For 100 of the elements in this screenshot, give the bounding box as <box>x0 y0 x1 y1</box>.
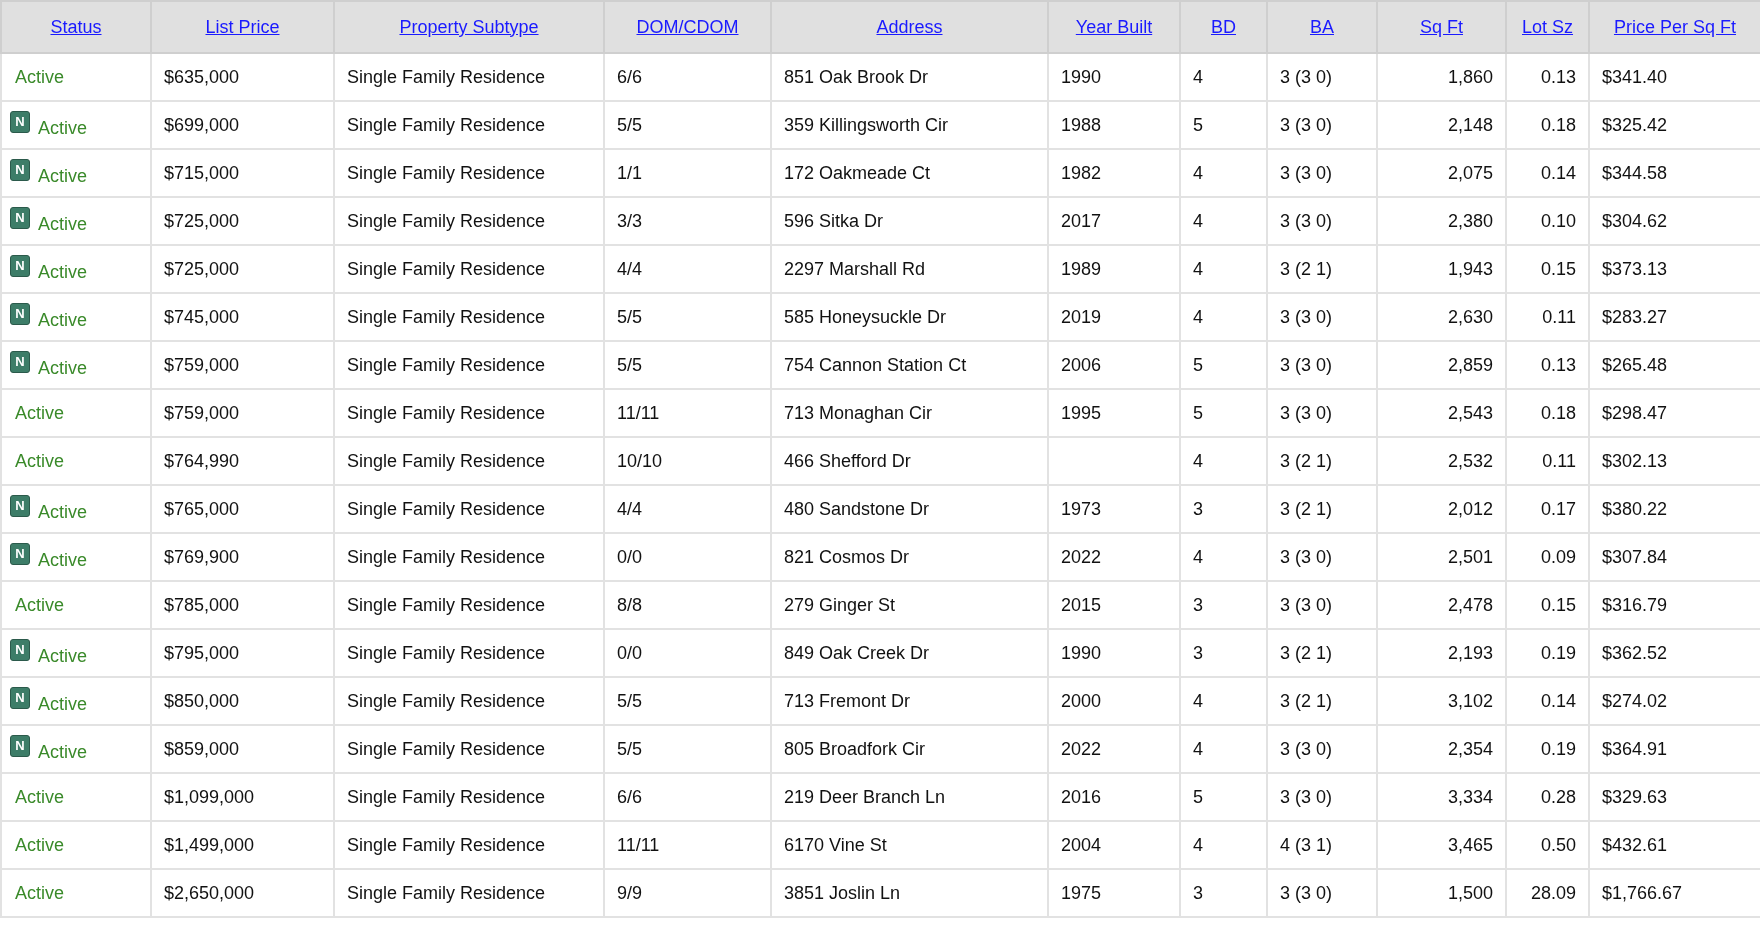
table-cell: $765,000 <box>164 498 240 519</box>
table-cell: 5 <box>1193 114 1203 135</box>
table-cell: Single Family Residence <box>347 498 546 519</box>
table-cell: 2004 <box>1061 834 1102 855</box>
table-cell: 4 <box>1193 546 1203 567</box>
table-cell: $769,900 <box>164 546 240 567</box>
table-cell: 3 (2 1) <box>1280 450 1333 471</box>
table-cell: 0.15 <box>1540 258 1576 279</box>
table-cell: 0.19 <box>1540 642 1576 663</box>
table-cell: 5 <box>1193 786 1203 807</box>
status-text: Active <box>15 834 65 855</box>
table-cell: 585 Honeysuckle Dr <box>784 306 947 327</box>
table-cell: $274.02 <box>1602 690 1668 711</box>
table-cell: 2019 <box>1061 306 1102 327</box>
table-cell: 5/5 <box>617 114 643 135</box>
table-cell: 0.14 <box>1540 162 1576 183</box>
table-cell: $265.48 <box>1602 354 1668 375</box>
table-cell: 1,943 <box>1447 258 1493 279</box>
table-cell: 2,630 <box>1447 306 1493 327</box>
column-header-link[interactable]: BA <box>1310 16 1334 37</box>
status-text: Active <box>15 882 65 903</box>
table-cell: Single Family Residence <box>347 642 546 663</box>
column-header-link[interactable]: List Price <box>205 16 280 37</box>
table-cell: 0.15 <box>1540 594 1576 615</box>
table-cell: $764,990 <box>164 450 240 471</box>
table-cell: 1973 <box>1061 498 1102 519</box>
table-cell: 805 Broadfork Cir <box>784 738 926 759</box>
table-cell: $432.61 <box>1602 834 1668 855</box>
table-cell: 4 (3 1) <box>1280 834 1333 855</box>
table-cell: 0/0 <box>617 546 643 567</box>
table-cell: 219 Deer Branch Ln <box>784 786 946 807</box>
table-cell: 596 Sitka Dr <box>784 210 884 231</box>
new-listing-badge: N <box>10 207 30 230</box>
table-cell: $362.52 <box>1602 642 1668 663</box>
table-cell: 849 Oak Creek Dr <box>784 642 930 663</box>
status-text: Active <box>38 741 88 762</box>
table-cell: 4 <box>1193 834 1203 855</box>
table-cell: 0.10 <box>1540 210 1576 231</box>
status-text: Active <box>15 402 65 423</box>
table-cell: $635,000 <box>164 66 240 87</box>
table-cell: 3 (3 0) <box>1280 882 1333 903</box>
table-cell: $795,000 <box>164 642 240 663</box>
table-cell: 5/5 <box>617 306 643 327</box>
table-cell: $759,000 <box>164 354 240 375</box>
table-cell: 5 <box>1193 402 1203 423</box>
table-cell: 3 (3 0) <box>1280 594 1333 615</box>
status-text: Active <box>38 309 88 330</box>
table-cell: Single Family Residence <box>347 402 546 423</box>
table-cell: 4/4 <box>617 258 643 279</box>
table-cell: 3851 Joslin Ln <box>784 882 901 903</box>
table-cell: Single Family Residence <box>347 882 546 903</box>
table-cell: 0.11 <box>1542 450 1576 471</box>
status-text: Active <box>38 213 88 234</box>
table-cell: 6170 Vine St <box>784 834 887 855</box>
table-cell: $304.62 <box>1602 210 1668 231</box>
table-cell: 0.19 <box>1540 738 1576 759</box>
table-cell: 1989 <box>1061 258 1102 279</box>
column-header-link[interactable]: Address <box>876 16 943 37</box>
column-header-link[interactable]: BD <box>1211 16 1236 37</box>
status-text: Active <box>38 261 88 282</box>
table-cell: $302.13 <box>1602 450 1668 471</box>
table-cell: $1,766.67 <box>1602 882 1683 903</box>
table-cell: $344.58 <box>1602 162 1668 183</box>
table-cell: $745,000 <box>164 306 240 327</box>
table-cell: 3 (3 0) <box>1280 786 1333 807</box>
new-listing-badge: N <box>10 543 30 566</box>
status-text: Active <box>38 693 88 714</box>
status-text: Active <box>15 450 65 471</box>
table-cell: Single Family Residence <box>347 690 546 711</box>
new-listing-badge: N <box>10 159 30 182</box>
table-cell: Single Family Residence <box>347 786 546 807</box>
table-cell: 4/4 <box>617 498 643 519</box>
table-cell: $850,000 <box>164 690 240 711</box>
column-header-link[interactable]: Sq Ft <box>1420 16 1463 37</box>
table-cell: 3 (3 0) <box>1280 402 1333 423</box>
table-cell: 4 <box>1193 690 1203 711</box>
table-cell: $725,000 <box>164 210 240 231</box>
table-cell: 1/1 <box>617 162 643 183</box>
table-cell: Single Family Residence <box>347 834 546 855</box>
column-header-link[interactable]: Status <box>50 16 102 37</box>
table-cell: 5/5 <box>617 738 643 759</box>
table-cell: 2,859 <box>1447 354 1493 375</box>
table-cell: 3 (3 0) <box>1280 210 1333 231</box>
table-cell: 6/6 <box>617 786 643 807</box>
table-cell: 2,012 <box>1447 498 1493 519</box>
table-cell: 2015 <box>1061 594 1102 615</box>
table-cell: 3,102 <box>1447 690 1493 711</box>
new-listing-badge: N <box>10 255 30 278</box>
table-cell: 0.50 <box>1540 834 1576 855</box>
new-listing-badge: N <box>10 111 30 134</box>
status-text: Active <box>15 594 65 615</box>
status-text: Active <box>38 117 88 138</box>
table-cell: Single Family Residence <box>347 354 546 375</box>
table-cell: 5/5 <box>617 690 643 711</box>
table-cell: Single Family Residence <box>347 594 546 615</box>
table-cell: 2022 <box>1061 738 1102 759</box>
table-cell: $373.13 <box>1602 258 1668 279</box>
table-cell: 0.13 <box>1540 66 1576 87</box>
table-cell: $785,000 <box>164 594 240 615</box>
table-cell: 3 (2 1) <box>1280 258 1333 279</box>
